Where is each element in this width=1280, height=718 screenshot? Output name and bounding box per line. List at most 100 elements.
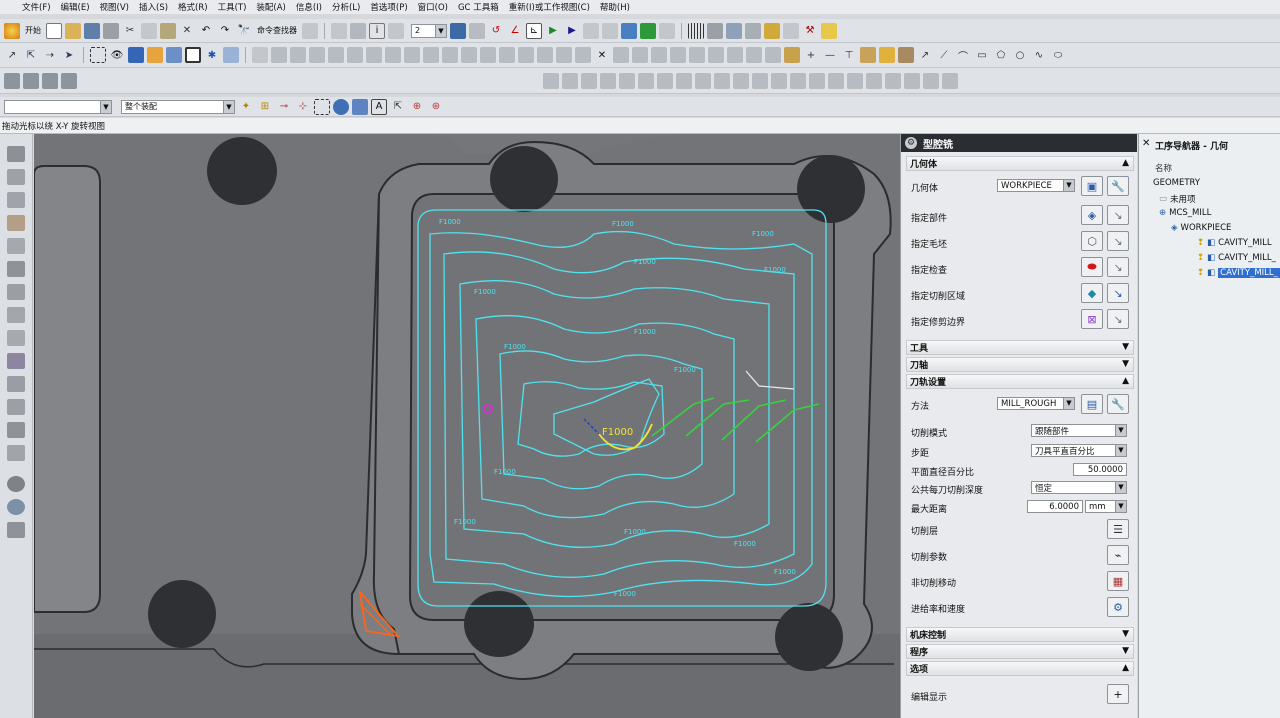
offset-icon[interactable] (499, 47, 515, 63)
program-order-view-icon[interactable] (688, 22, 704, 39)
select-body-icon[interactable] (333, 98, 349, 115)
show-icon[interactable] (42, 72, 58, 89)
create-tool-icon[interactable]: ▶ (564, 23, 580, 39)
chamfer-icon[interactable] (442, 47, 458, 63)
cut-icon[interactable]: ✂ (122, 23, 138, 39)
lock-face-icon[interactable] (708, 47, 724, 63)
edit-geometry-button[interactable]: 🔧 (1107, 176, 1129, 196)
mirror-icon[interactable] (537, 47, 553, 63)
menu-window[interactable]: 窗口(O) (418, 1, 448, 13)
rectangle-icon[interactable]: ▭ (974, 47, 990, 63)
menu-work-view[interactable]: 重新(I)或工作视图(C) (509, 1, 590, 13)
geometry-select[interactable]: WORKPIECE ▼ (997, 179, 1075, 192)
menu-insert[interactable]: 插入(S) (139, 1, 168, 13)
web-browser-icon[interactable] (7, 261, 25, 277)
specify-part-button[interactable]: ◈ (1081, 205, 1103, 225)
create-program-icon[interactable]: ▶ (545, 23, 561, 39)
system-materials-icon[interactable] (7, 307, 25, 323)
enlarge-icon[interactable] (942, 72, 958, 89)
specify-cut-area-button[interactable]: ◆ (1081, 283, 1103, 303)
display-icon[interactable] (4, 72, 20, 89)
part-navigator-icon[interactable] (7, 192, 25, 208)
pocket-icon[interactable] (347, 47, 363, 63)
operation-navigator-icon[interactable] (7, 399, 25, 415)
menu-view[interactable]: 视图(V) (100, 1, 129, 13)
through-curves-icon[interactable] (657, 72, 673, 89)
slot-icon[interactable] (385, 47, 401, 63)
max-distance-unit-select[interactable]: mm ▼ (1085, 500, 1127, 513)
tree-item-mcs-mill[interactable]: ⊕ MCS_MILL (1159, 208, 1211, 218)
replay-icon[interactable] (659, 22, 675, 39)
specify-blank-button[interactable]: ⬡ (1081, 231, 1103, 251)
close-icon[interactable]: ✕ (594, 47, 610, 63)
section-tool[interactable]: 工具 ▼ (906, 340, 1134, 355)
edit-display-button[interactable]: + (1107, 684, 1129, 704)
postprocess-icon[interactable] (783, 22, 799, 39)
untrim-icon[interactable] (847, 72, 863, 89)
select-region-icon[interactable] (314, 98, 330, 115)
undo-icon[interactable]: ↶ (198, 23, 214, 39)
line-icon[interactable]: ⟋ (936, 47, 952, 63)
info-icon[interactable]: i (369, 22, 385, 39)
program-navigator-icon[interactable] (7, 422, 25, 438)
intersect-curve-icon[interactable] (619, 72, 635, 89)
edge-blend-icon[interactable] (423, 47, 439, 63)
edge-view-icon[interactable] (147, 47, 163, 63)
command-finder-icon[interactable]: 🔭 (236, 23, 252, 39)
save-icon[interactable] (84, 22, 100, 39)
pointer-icon[interactable]: ➤ (61, 47, 77, 63)
thicken-icon[interactable] (809, 72, 825, 89)
patch-icon[interactable] (632, 47, 648, 63)
snap-filter-icon[interactable]: ⊞ (257, 99, 273, 115)
snap-icon[interactable] (302, 22, 318, 39)
tree-item-geometry[interactable]: GEOMETRY (1153, 178, 1200, 188)
tree-item-cavity-mill-2[interactable]: ❢ ◧ CAVITY_MILL_ (1197, 253, 1276, 263)
invert-icon[interactable] (61, 72, 77, 89)
generate-toolpath-icon[interactable] (640, 22, 656, 39)
open-icon[interactable] (65, 22, 81, 39)
bridge-curve-icon[interactable] (581, 72, 597, 89)
machine-navigator-icon[interactable] (7, 376, 25, 392)
mesh-icon[interactable] (714, 72, 730, 89)
endpoint-snap-icon[interactable]: ⊸ (276, 99, 292, 115)
pad-icon[interactable] (366, 47, 382, 63)
shop-doc-icon[interactable]: ⚒ (802, 23, 818, 39)
subtract-icon[interactable] (575, 47, 591, 63)
menu-edit[interactable]: 编辑(E) (61, 1, 90, 13)
measure-icon[interactable]: — (822, 47, 838, 63)
move-face-icon[interactable] (670, 47, 686, 63)
menu-analysis[interactable]: 分析(L) (332, 1, 360, 13)
graphics-viewport[interactable]: F1000 F1000 F1000 F1000 F1000 F1000 F1000 F10… (34, 134, 900, 718)
display-part-button[interactable]: ↘ (1107, 205, 1129, 225)
spline-icon[interactable]: ∿ (1031, 47, 1047, 63)
revolve-icon[interactable] (290, 47, 306, 63)
output-icon[interactable] (764, 22, 780, 39)
tree-item-unused[interactable]: ▭ 未用项 (1159, 193, 1196, 205)
selection-scope-select[interactable]: 整个装配 ▼ (121, 99, 235, 114)
method-select[interactable]: MILL_ROUGH ▼ (997, 397, 1075, 410)
new-geometry-button[interactable]: ▣ (1081, 176, 1103, 196)
gear-icon[interactable]: ⚙ (905, 137, 917, 149)
studio-icon[interactable] (733, 72, 749, 89)
filter-icon[interactable] (388, 22, 404, 39)
history-icon[interactable] (7, 284, 25, 300)
extrude-icon[interactable] (271, 47, 287, 63)
reset-selection-icon[interactable]: ⊛ (428, 99, 444, 115)
mirror-face-icon[interactable] (765, 47, 781, 63)
snap-settings-icon[interactable]: ✦ (238, 99, 254, 115)
specify-check-button[interactable]: ⬬ (1081, 257, 1103, 277)
unite-icon[interactable] (556, 47, 572, 63)
analysis-icon[interactable] (784, 47, 800, 63)
section-machine-control[interactable]: 机床控制 ▼ (906, 627, 1134, 642)
layer-select[interactable]: 2 ▼ (411, 23, 447, 38)
blank-icon[interactable] (23, 72, 39, 89)
select-line-icon[interactable]: ⇱ (23, 47, 39, 63)
selection-box-icon[interactable] (90, 47, 106, 63)
boss-icon[interactable] (328, 47, 344, 63)
trim-icon[interactable] (480, 47, 496, 63)
print-icon[interactable] (103, 22, 119, 39)
machine-tool-view-icon[interactable] (707, 22, 723, 39)
paste-icon[interactable] (160, 22, 176, 39)
deviation-icon[interactable]: + (803, 47, 819, 63)
annotation-icon[interactable]: A (371, 98, 387, 115)
